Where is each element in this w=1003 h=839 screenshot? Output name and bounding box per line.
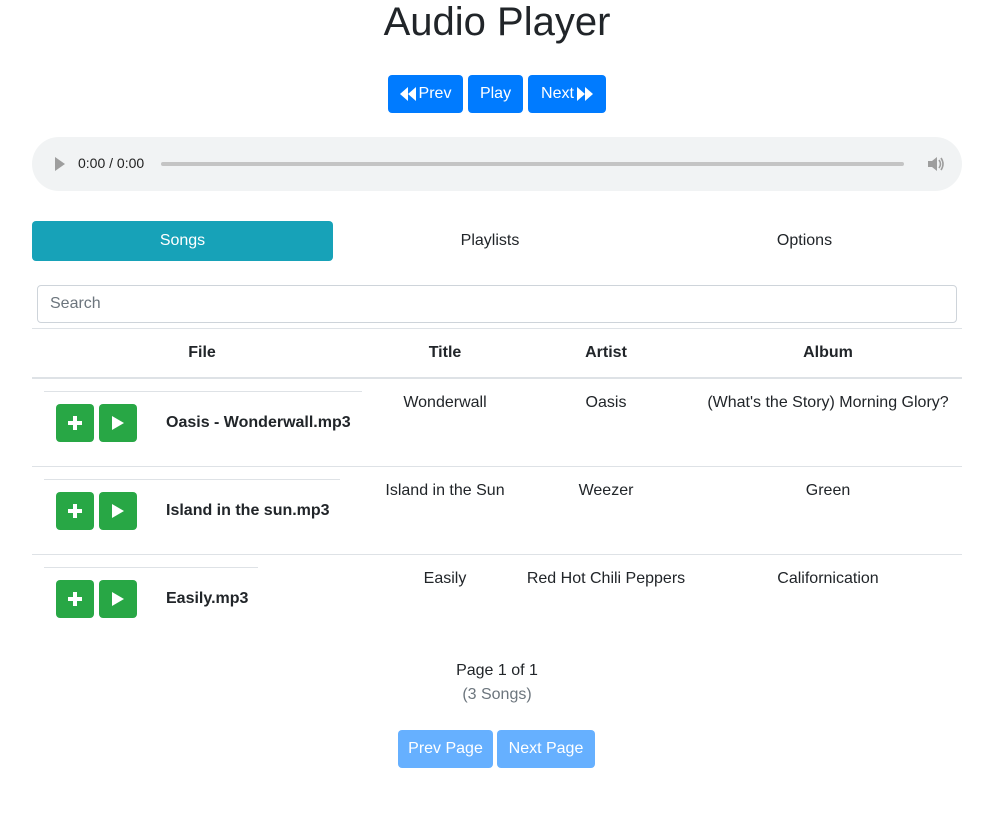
song-title: Island in the Sun	[385, 482, 505, 499]
play-icon	[112, 592, 124, 606]
prev-label: Prev	[418, 85, 452, 102]
song-title: Wonderwall	[403, 394, 487, 411]
song-album: Green	[805, 482, 851, 499]
song-count: (3 Songs)	[462, 686, 532, 703]
plus-icon	[68, 504, 82, 518]
play-label: Play	[479, 85, 512, 102]
plus-icon	[68, 592, 82, 606]
tab-bar: Songs Playlists Options	[32, 221, 962, 261]
song-album: Californication	[777, 570, 879, 587]
add-button[interactable]	[56, 580, 94, 618]
song-artist: Red Hot Chili Peppers	[526, 570, 686, 587]
table-row: Island in the sun.mp3 Island in the Sun …	[32, 466, 962, 554]
tab-songs[interactable]: Songs	[32, 221, 333, 261]
song-album: (What's the Story) Morning Glory?	[707, 394, 949, 411]
play-button[interactable]: Play	[468, 75, 523, 113]
next-page-button[interactable]: Next Page	[497, 730, 595, 768]
header-title: Title	[428, 344, 462, 361]
backward-icon	[399, 87, 416, 101]
file-name: Oasis - Wonderwall.mp3	[166, 414, 351, 431]
page-info: Page 1 of 1	[456, 662, 538, 679]
song-artist: Weezer	[578, 482, 634, 499]
header-file: File	[188, 344, 216, 361]
audio-seek-bar[interactable]	[161, 162, 904, 166]
tab-playlists[interactable]: Playlists	[333, 221, 647, 261]
tab-options[interactable]: Options	[647, 221, 962, 261]
audio-play-icon[interactable]	[54, 157, 66, 171]
next-button[interactable]: Next	[528, 75, 606, 113]
header-album: Album	[803, 344, 853, 361]
prev-page-button[interactable]: Prev Page	[398, 730, 493, 768]
header-artist: Artist	[585, 344, 627, 361]
forward-icon	[576, 87, 593, 101]
song-artist: Oasis	[585, 394, 627, 411]
table-row: Oasis - Wonderwall.mp3 Wonderwall Oasis …	[32, 378, 962, 466]
prev-button[interactable]: Prev	[388, 75, 463, 113]
pagination: Prev Page Next Page	[398, 730, 595, 768]
play-icon	[112, 504, 124, 518]
table-row: Easily.mp3 Easily Red Hot Chili Peppers …	[32, 554, 962, 642]
audio-time: 0:00 / 0:00	[78, 155, 145, 171]
search-input[interactable]	[37, 285, 957, 323]
plus-icon	[68, 416, 82, 430]
file-name: Island in the sun.mp3	[166, 502, 330, 519]
play-icon	[112, 416, 124, 430]
play-song-button[interactable]	[99, 404, 137, 442]
next-label: Next	[541, 85, 574, 102]
play-song-button[interactable]	[99, 580, 137, 618]
page-title: Audio Player	[383, 0, 611, 44]
audio-player: 0:00 / 0:00	[32, 137, 962, 191]
add-button[interactable]	[56, 404, 94, 442]
file-name: Easily.mp3	[166, 590, 249, 607]
add-button[interactable]	[56, 492, 94, 530]
song-title: Easily	[423, 570, 467, 587]
player-controls: Prev Play Next	[388, 75, 606, 113]
volume-icon[interactable]	[927, 156, 945, 172]
play-song-button[interactable]	[99, 492, 137, 530]
